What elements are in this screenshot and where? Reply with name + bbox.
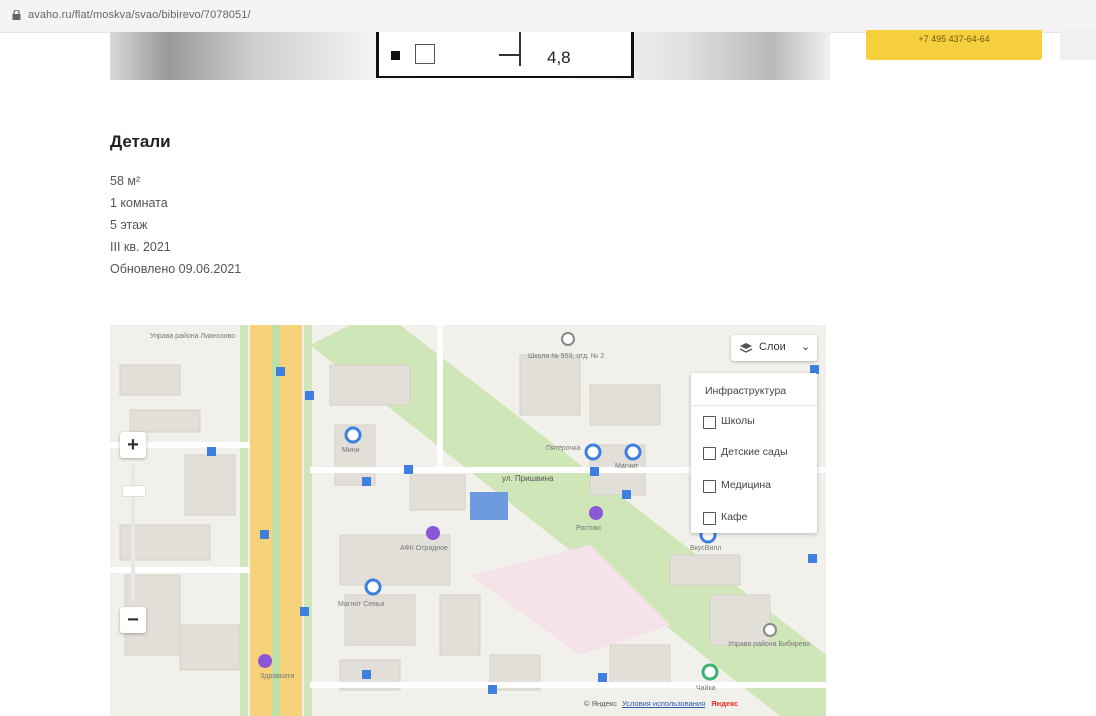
map[interactable]: Управа района Лианозово Школа № 953, отд… <box>110 325 826 716</box>
poi-marker <box>364 578 382 596</box>
copyright-text: © Яндекс <box>584 699 617 708</box>
map-label-school: Школа № 953, отд. № 2 <box>528 353 605 360</box>
poi-marker <box>426 526 440 540</box>
poi-marker <box>624 443 642 461</box>
phone-label: +7 495 437-64-64 <box>918 34 990 44</box>
bus-stop <box>207 447 216 456</box>
divider <box>691 405 817 406</box>
details-list: 58 м² 1 комната 5 этаж III кв. 2021 Обно… <box>110 170 241 280</box>
details-title: Детали <box>110 132 171 151</box>
bus-stop <box>488 685 497 694</box>
bus-stop <box>260 530 269 539</box>
poi-marker <box>589 506 603 520</box>
map-label-magnit: Магнит <box>615 463 639 470</box>
plan-wall <box>519 32 521 66</box>
bus-stop <box>362 670 371 679</box>
road-major <box>280 325 302 716</box>
url-text: avaho.ru/flat/moskva/svao/bibirevo/70780… <box>28 9 251 21</box>
layers-button-label: Слои <box>759 341 786 353</box>
selected-building <box>470 492 508 520</box>
bus-stop <box>622 490 631 499</box>
detail-completion: III кв. 2021 <box>110 240 171 254</box>
plan-marker <box>391 51 400 60</box>
map-label-district: Управа района Лианозово <box>150 333 236 340</box>
checkbox[interactable] <box>703 480 716 493</box>
bus-stop <box>404 465 413 474</box>
plan-wall <box>499 54 521 56</box>
detail-updated: Обновлено 09.06.2021 <box>110 262 242 276</box>
detail-area: 58 м² <box>110 174 141 188</box>
map-copyright: © Яндекс Условия использования Яндекс <box>584 699 738 708</box>
poi-marker <box>763 623 777 637</box>
bus-stop <box>362 477 371 486</box>
zoom-in-button[interactable]: + <box>120 432 146 458</box>
layers-panel: Инфраструктура Школы Детские сады Медици… <box>691 373 817 533</box>
zoom-out-button[interactable]: − <box>120 607 146 633</box>
map-label-chayka: Чайка <box>696 685 716 692</box>
poi-marker <box>344 426 362 444</box>
chevron-down-icon: ⌄ <box>801 341 811 353</box>
layer-option-label: Детские сады <box>721 446 788 458</box>
layer-option-label: Медицина <box>721 479 771 491</box>
bus-stop <box>300 607 309 616</box>
bus-stop <box>590 467 599 476</box>
yandex-logo[interactable]: Яндекс <box>711 699 738 708</box>
map-label-magnit-family: Магнит Семья <box>338 601 385 608</box>
secondary-button[interactable] <box>1060 30 1096 60</box>
poi-marker <box>701 663 719 681</box>
bus-stop <box>808 554 817 563</box>
poi-marker <box>561 332 575 346</box>
floor-plan-drawing: 4,8 <box>376 32 634 78</box>
checkbox[interactable] <box>703 416 716 429</box>
show-phone-button[interactable]: +7 495 437-64-64 <box>866 30 1042 60</box>
map-label-rostics: Ростикс <box>576 525 602 532</box>
bus-stop <box>276 367 285 376</box>
layers-panel-header: Инфраструктура <box>705 385 787 397</box>
address-bar[interactable]: avaho.ru/flat/moskva/svao/bibirevo/70780… <box>0 0 1096 33</box>
detail-rooms: 1 комната <box>110 196 168 210</box>
plan-dimension: 4,8 <box>547 48 571 67</box>
map-label-vkusvill: ВкусВилл <box>690 545 722 552</box>
checkbox[interactable] <box>703 512 716 525</box>
layers-button[interactable]: Слои ⌄ <box>731 335 817 361</box>
zoom-slider-handle[interactable] <box>122 485 146 497</box>
layer-option-label: Кафе <box>721 511 748 523</box>
map-street-label: ул. Пришвина <box>502 474 554 483</box>
poi-marker <box>584 443 602 461</box>
bus-stop <box>305 391 314 400</box>
layer-option-label: Школы <box>721 415 755 427</box>
bus-stop <box>598 673 607 682</box>
map-label-zdrav: Здравсити <box>260 673 295 680</box>
detail-floor: 5 этаж <box>110 218 148 232</box>
layers-icon <box>739 343 753 353</box>
map-label-district-bottom: Управа района Бибирево <box>728 641 811 648</box>
lock-icon <box>12 10 21 20</box>
map-label-pyaterochka: Пятёрочка <box>546 445 581 452</box>
terms-link[interactable]: Условия использования <box>622 699 705 708</box>
map-label-mini: Мини <box>342 447 360 454</box>
plan-door-symbol <box>415 44 435 64</box>
map-label-afk: АФК Отрадное <box>400 545 448 552</box>
poi-marker <box>258 654 272 668</box>
checkbox[interactable] <box>703 447 716 460</box>
